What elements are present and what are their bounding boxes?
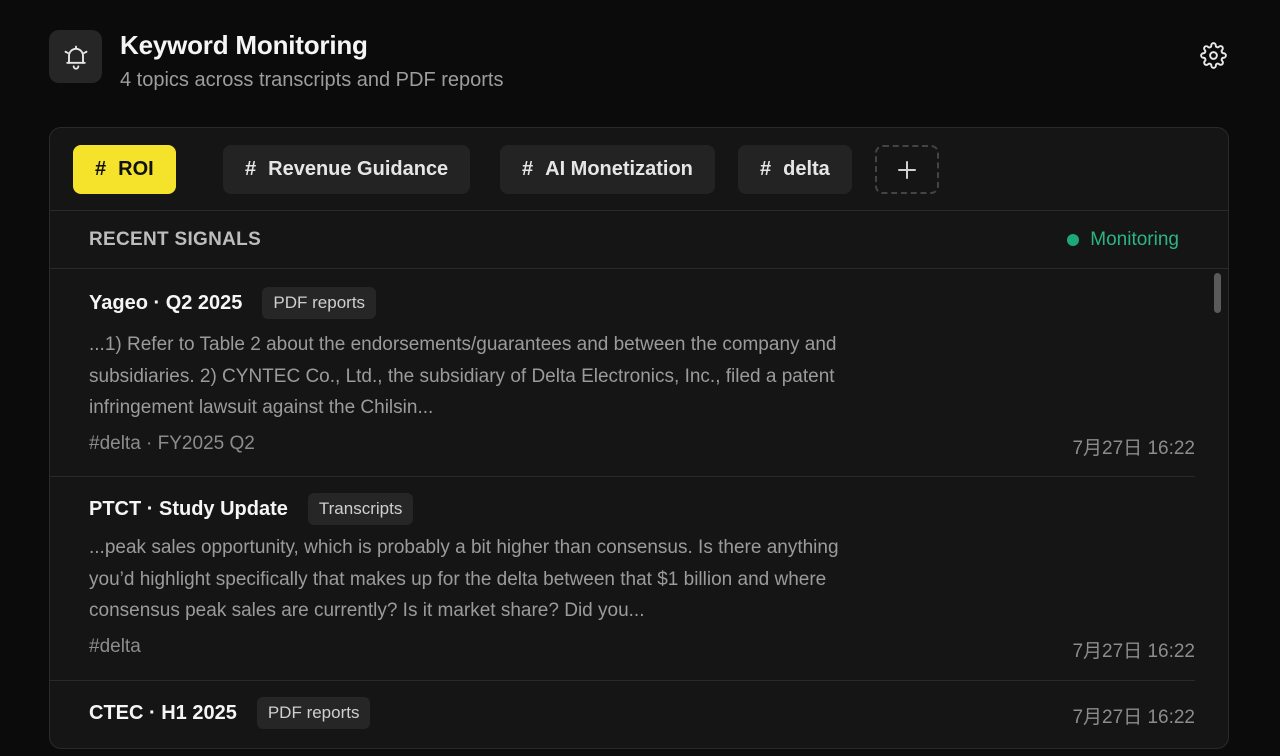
add-topic-button[interactable] [875,145,939,194]
item-snippet: ...1) Refer to Table 2 about the endorse… [89,334,837,418]
tab-label: AI Monetization [545,158,693,180]
tab-revenue-guidance[interactable]: # Revenue Guidance [223,145,471,194]
hash-icon: # [522,158,534,180]
signals-title: RECENT SIGNALS [89,229,262,250]
scrollbar-thumb[interactable] [1214,273,1221,313]
hash-icon: # [760,158,772,180]
signals-header: RECENT SIGNALS Monitoring [50,212,1228,269]
tab-label: ROI [118,158,154,180]
status-dot [1067,234,1080,246]
hash-icon: # [245,158,257,180]
list-item[interactable]: Yageo · Q2 2025 PDF reports ...1) Refer … [50,269,1195,477]
hash-icon: # [95,158,107,180]
page-title: Keyword Monitoring [120,30,368,60]
tab-delta[interactable]: # delta [738,145,852,194]
page-subtitle: 4 topics across transcripts and PDF repo… [120,69,504,91]
signals-list: Yageo · Q2 2025 PDF reports ...1) Refer … [50,269,1195,748]
gear-icon [1199,41,1227,69]
item-title: PTCT · Study Update [89,497,288,520]
item-title-row: CTEC · H1 2025 PDF reports [89,697,371,729]
item-tags: #delta · FY2025 Q2 [89,433,255,454]
item-time: 7月27日 16:22 [1072,438,1195,459]
source-badge: Transcripts [307,493,414,525]
item-snippet: ...peak sales opportunity, which is prob… [89,537,839,621]
topic-tabs: # ROI # Revenue Guidance # AI Monetizati… [50,128,1228,211]
item-title-row: PTCT · Study Update Transcripts [89,493,414,525]
item-title: CTEC · H1 2025 [89,701,237,724]
settings-button[interactable] [1198,40,1228,70]
page-header: Keyword Monitoring 4 topics across trans… [49,30,1228,100]
plus-icon [898,160,916,179]
list-item[interactable]: PTCT · Study Update Transcripts ...peak … [50,477,1195,681]
tab-label: delta [783,158,830,180]
list-item[interactable]: CTEC · H1 2025 PDF reports 7月27日 16:22 [50,681,1195,748]
status-indicator: Monitoring [1067,229,1179,251]
bell-icon [64,45,87,70]
source-badge: PDF reports [256,697,371,729]
item-title: Yageo · Q2 2025 [89,291,243,314]
tab-label: Revenue Guidance [268,158,449,180]
status-label: Monitoring [1090,229,1179,250]
tab-roi[interactable]: # ROI [73,145,176,194]
item-tags: #delta [89,636,141,657]
item-title-row: Yageo · Q2 2025 PDF reports [89,287,377,319]
monitoring-panel: # ROI # Revenue Guidance # AI Monetizati… [49,127,1229,749]
item-time: 7月27日 16:22 [1072,707,1195,728]
source-badge: PDF reports [262,287,377,319]
tab-ai-monetization[interactable]: # AI Monetization [500,145,715,194]
item-time: 7月27日 16:22 [1072,641,1195,662]
app-icon [49,30,102,83]
